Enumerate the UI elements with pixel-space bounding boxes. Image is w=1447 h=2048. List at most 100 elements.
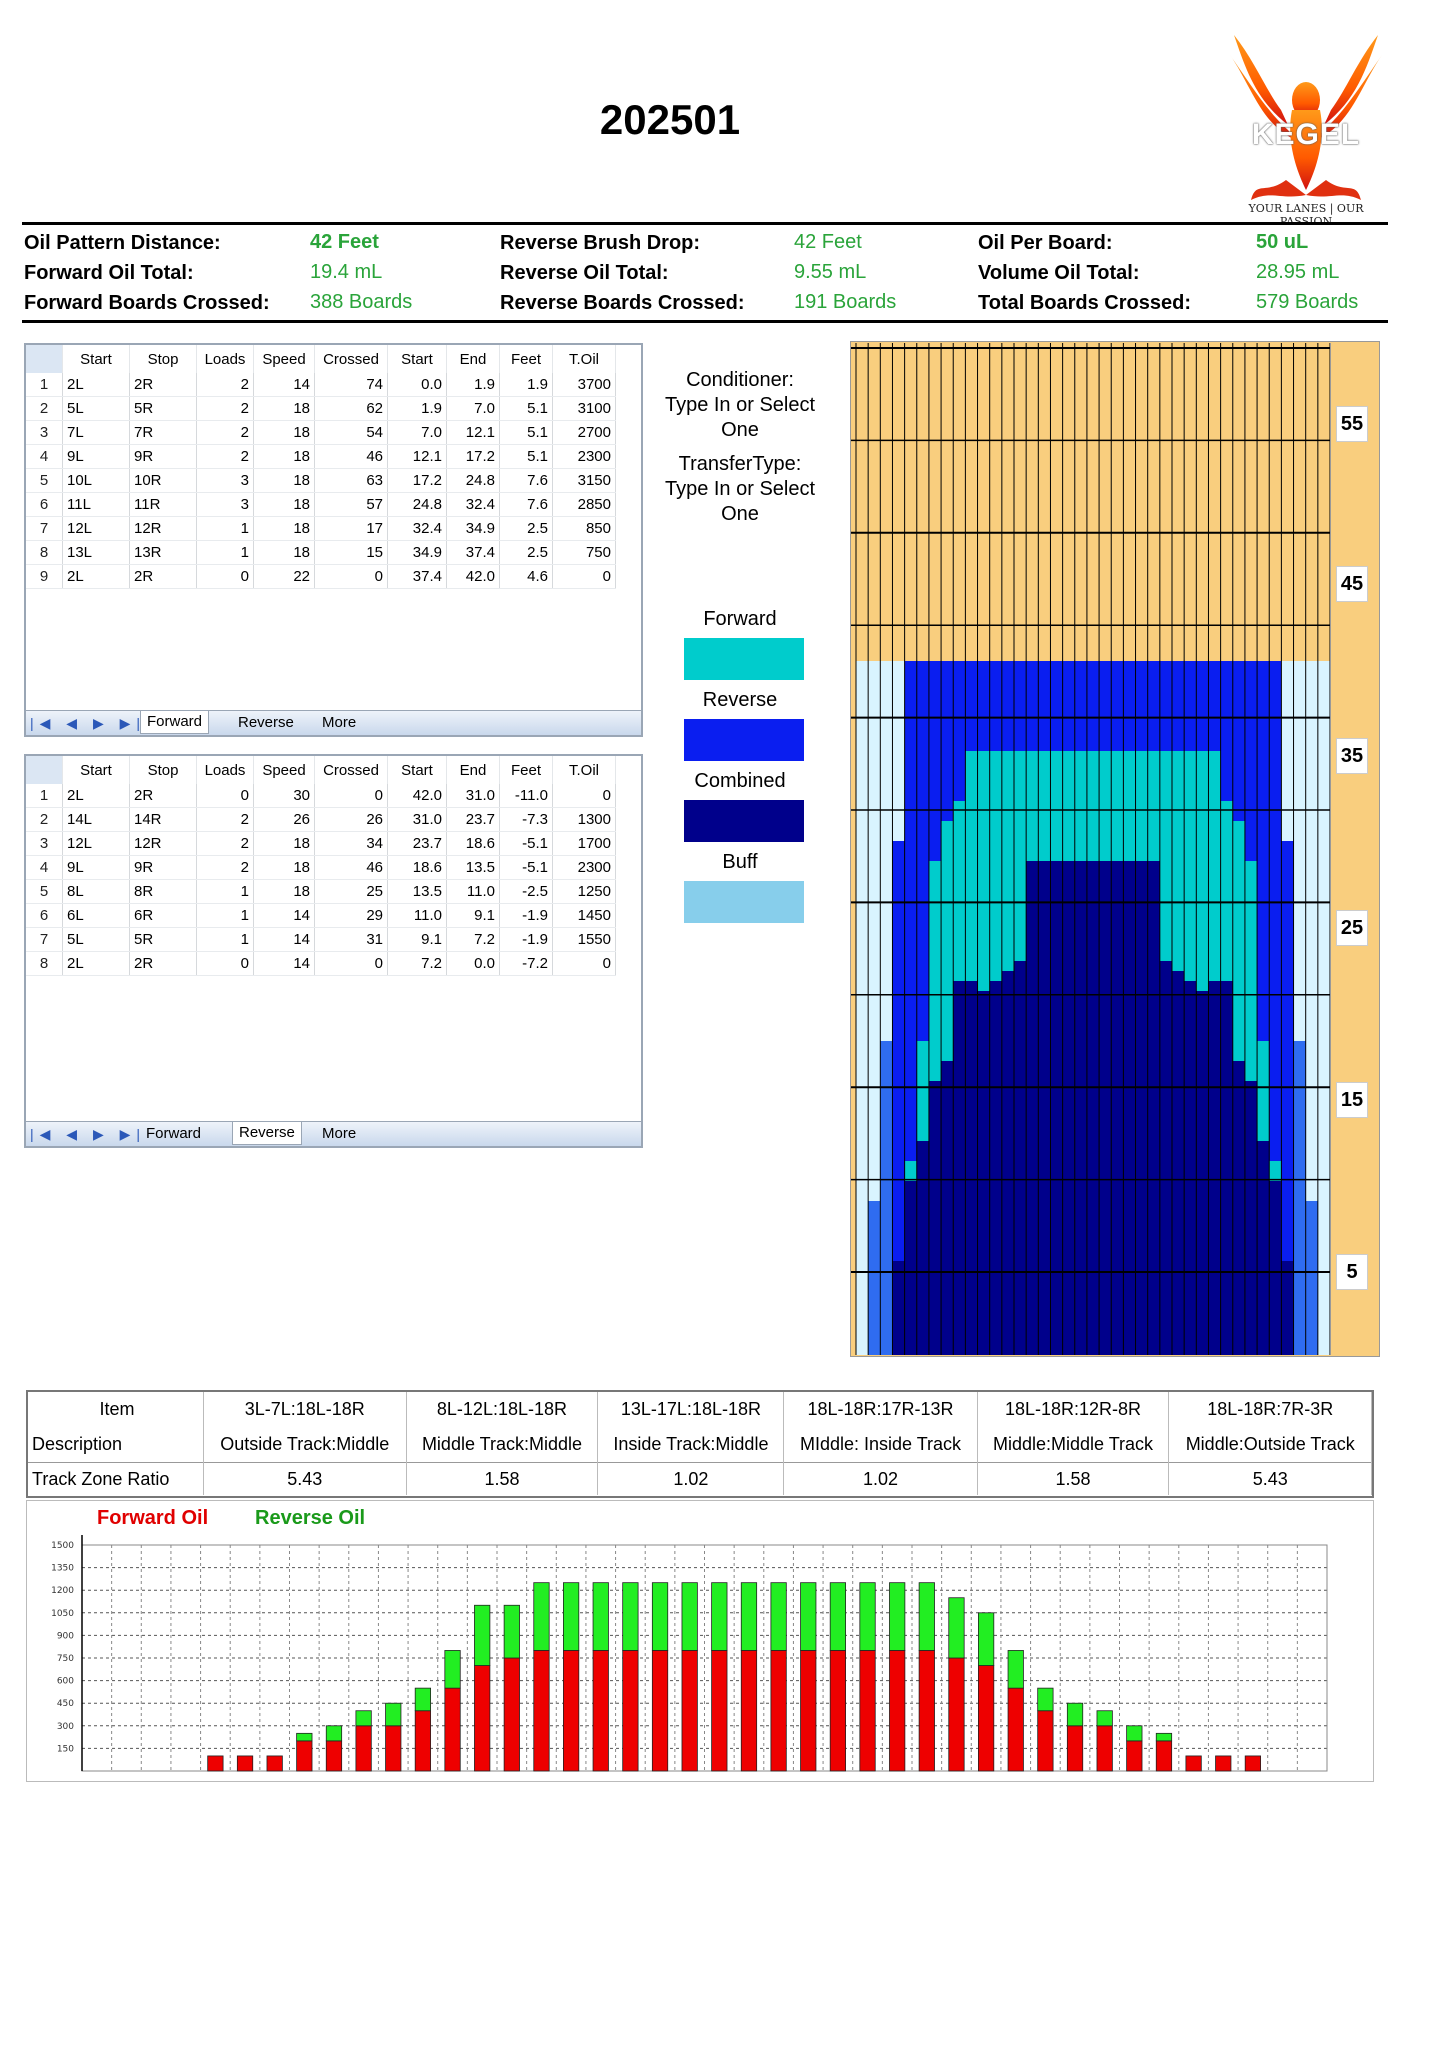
rev-cell[interactable]: 1 <box>196 879 254 904</box>
fwd-cell[interactable]: 13R <box>129 540 197 565</box>
fwd-cell[interactable]: 18 <box>253 516 315 541</box>
rev-col-header[interactable]: Start <box>62 756 130 784</box>
rev-cell[interactable]: 1250 <box>552 879 616 904</box>
fwd-row-number[interactable]: 8 <box>26 540 63 565</box>
rev-col-header[interactable]: Crossed <box>314 756 388 784</box>
rev-cell[interactable]: 2L <box>62 951 130 976</box>
rev-cell[interactable]: 18 <box>253 855 315 880</box>
fwd-cell[interactable]: 18 <box>253 492 315 517</box>
rev-cell[interactable]: 42.0 <box>387 784 447 808</box>
rev-cell[interactable]: 2 <box>196 855 254 880</box>
fwd-cell[interactable]: 7.0 <box>387 420 447 445</box>
fwd-cell[interactable]: 17 <box>314 516 388 541</box>
fwd-cell[interactable]: 12R <box>129 516 197 541</box>
tab-forward[interactable]: Forward <box>140 1125 207 1142</box>
fwd-cell[interactable]: 2300 <box>552 444 616 469</box>
fwd-cell[interactable]: 5.1 <box>499 420 553 445</box>
rev-cell[interactable]: 46 <box>314 855 388 880</box>
fwd-cell[interactable]: 62 <box>314 396 388 421</box>
fwd-cell[interactable]: 2R <box>129 564 197 589</box>
rev-row-number[interactable]: 3 <box>26 831 63 856</box>
rev-cell[interactable]: 13.5 <box>387 879 447 904</box>
fwd-cell[interactable]: 34.9 <box>387 540 447 565</box>
fwd-cell[interactable]: 2850 <box>552 492 616 517</box>
rev-cell[interactable]: 26 <box>253 807 315 832</box>
fwd-cell[interactable]: 1.9 <box>446 373 500 397</box>
fwd-cell[interactable]: 2.5 <box>499 516 553 541</box>
fwd-cell[interactable]: 3100 <box>552 396 616 421</box>
rev-row-number[interactable]: 1 <box>26 784 63 808</box>
rev-cell[interactable]: 9.1 <box>446 903 500 928</box>
fwd-cell[interactable]: 3 <box>196 468 254 493</box>
rev-cell[interactable]: 5L <box>62 927 130 952</box>
tab-more[interactable]: More <box>316 1125 362 1142</box>
fwd-cell[interactable]: 24.8 <box>387 492 447 517</box>
rev-cell[interactable]: 12L <box>62 831 130 856</box>
rev-cell[interactable]: 1700 <box>552 831 616 856</box>
rev-cell[interactable]: 1550 <box>552 927 616 952</box>
fwd-row-number[interactable]: 5 <box>26 468 63 493</box>
rev-cell[interactable]: 18 <box>253 879 315 904</box>
fwd-cell[interactable]: 7.0 <box>446 396 500 421</box>
rev-col-header[interactable]: Start <box>387 756 447 784</box>
rev-cell[interactable]: -7.3 <box>499 807 553 832</box>
rev-corner[interactable] <box>26 756 63 784</box>
fwd-cell[interactable]: 15 <box>314 540 388 565</box>
rev-cell[interactable]: 14L <box>62 807 130 832</box>
fwd-cell[interactable]: 17.2 <box>446 444 500 469</box>
rev-cell[interactable]: 7.2 <box>387 951 447 976</box>
fwd-cell[interactable]: 5L <box>62 396 130 421</box>
fwd-cell[interactable]: 18 <box>253 396 315 421</box>
rev-cell[interactable]: 23.7 <box>446 807 500 832</box>
fwd-cell[interactable]: 22 <box>253 564 315 589</box>
rev-cell[interactable]: 2R <box>129 784 197 808</box>
fwd-cell[interactable]: 7.6 <box>499 492 553 517</box>
fwd-cell[interactable]: 74 <box>314 373 388 397</box>
rev-cell[interactable]: 0 <box>314 951 388 976</box>
fwd-cell[interactable]: 0.0 <box>387 373 447 397</box>
fwd-cell[interactable]: 2 <box>196 444 254 469</box>
fwd-cell[interactable]: 37.4 <box>446 540 500 565</box>
rev-cell[interactable]: 26 <box>314 807 388 832</box>
fwd-col-header[interactable]: End <box>446 345 500 373</box>
rev-cell[interactable]: 9R <box>129 855 197 880</box>
rev-cell[interactable]: 6R <box>129 903 197 928</box>
rev-col-header[interactable]: Loads <box>196 756 254 784</box>
rev-row-number[interactable]: 4 <box>26 855 63 880</box>
fwd-cell[interactable]: 1.9 <box>387 396 447 421</box>
fwd-cell[interactable]: 2R <box>129 373 197 397</box>
rev-cell[interactable]: 18.6 <box>446 831 500 856</box>
fwd-cell[interactable]: 54 <box>314 420 388 445</box>
fwd-cell[interactable]: 750 <box>552 540 616 565</box>
fwd-cell[interactable]: 3 <box>196 492 254 517</box>
rev-cell[interactable]: 2R <box>129 951 197 976</box>
rev-cell[interactable]: 0 <box>552 784 616 808</box>
fwd-row-number[interactable]: 3 <box>26 420 63 445</box>
fwd-col-header[interactable]: Feet <box>499 345 553 373</box>
fwd-cell[interactable]: 2 <box>196 373 254 397</box>
rev-cell[interactable]: 14 <box>253 951 315 976</box>
fwd-cell[interactable]: 34.9 <box>446 516 500 541</box>
fwd-cell[interactable]: 2 <box>196 396 254 421</box>
rev-cell[interactable]: 18 <box>253 831 315 856</box>
rev-cell[interactable]: 2L <box>62 784 130 808</box>
fwd-cell[interactable]: 7L <box>62 420 130 445</box>
fwd-corner[interactable] <box>26 345 63 373</box>
fwd-cell[interactable]: 46 <box>314 444 388 469</box>
rev-cell[interactable]: 6L <box>62 903 130 928</box>
fwd-cell[interactable]: 850 <box>552 516 616 541</box>
rev-cell[interactable]: 23.7 <box>387 831 447 856</box>
fwd-row-number[interactable]: 2 <box>26 396 63 421</box>
rev-cell[interactable]: 11.0 <box>446 879 500 904</box>
rev-cell[interactable]: 1 <box>196 903 254 928</box>
fwd-cell[interactable]: 3150 <box>552 468 616 493</box>
rev-cell[interactable]: 1450 <box>552 903 616 928</box>
rev-cell[interactable]: 8L <box>62 879 130 904</box>
rev-cell[interactable]: -1.9 <box>499 927 553 952</box>
fwd-cell[interactable]: 42.0 <box>446 564 500 589</box>
rev-cell[interactable]: -11.0 <box>499 784 553 808</box>
rev-cell[interactable]: -1.9 <box>499 903 553 928</box>
fwd-row-number[interactable]: 7 <box>26 516 63 541</box>
rev-row-number[interactable]: 2 <box>26 807 63 832</box>
fwd-cell[interactable]: 57 <box>314 492 388 517</box>
